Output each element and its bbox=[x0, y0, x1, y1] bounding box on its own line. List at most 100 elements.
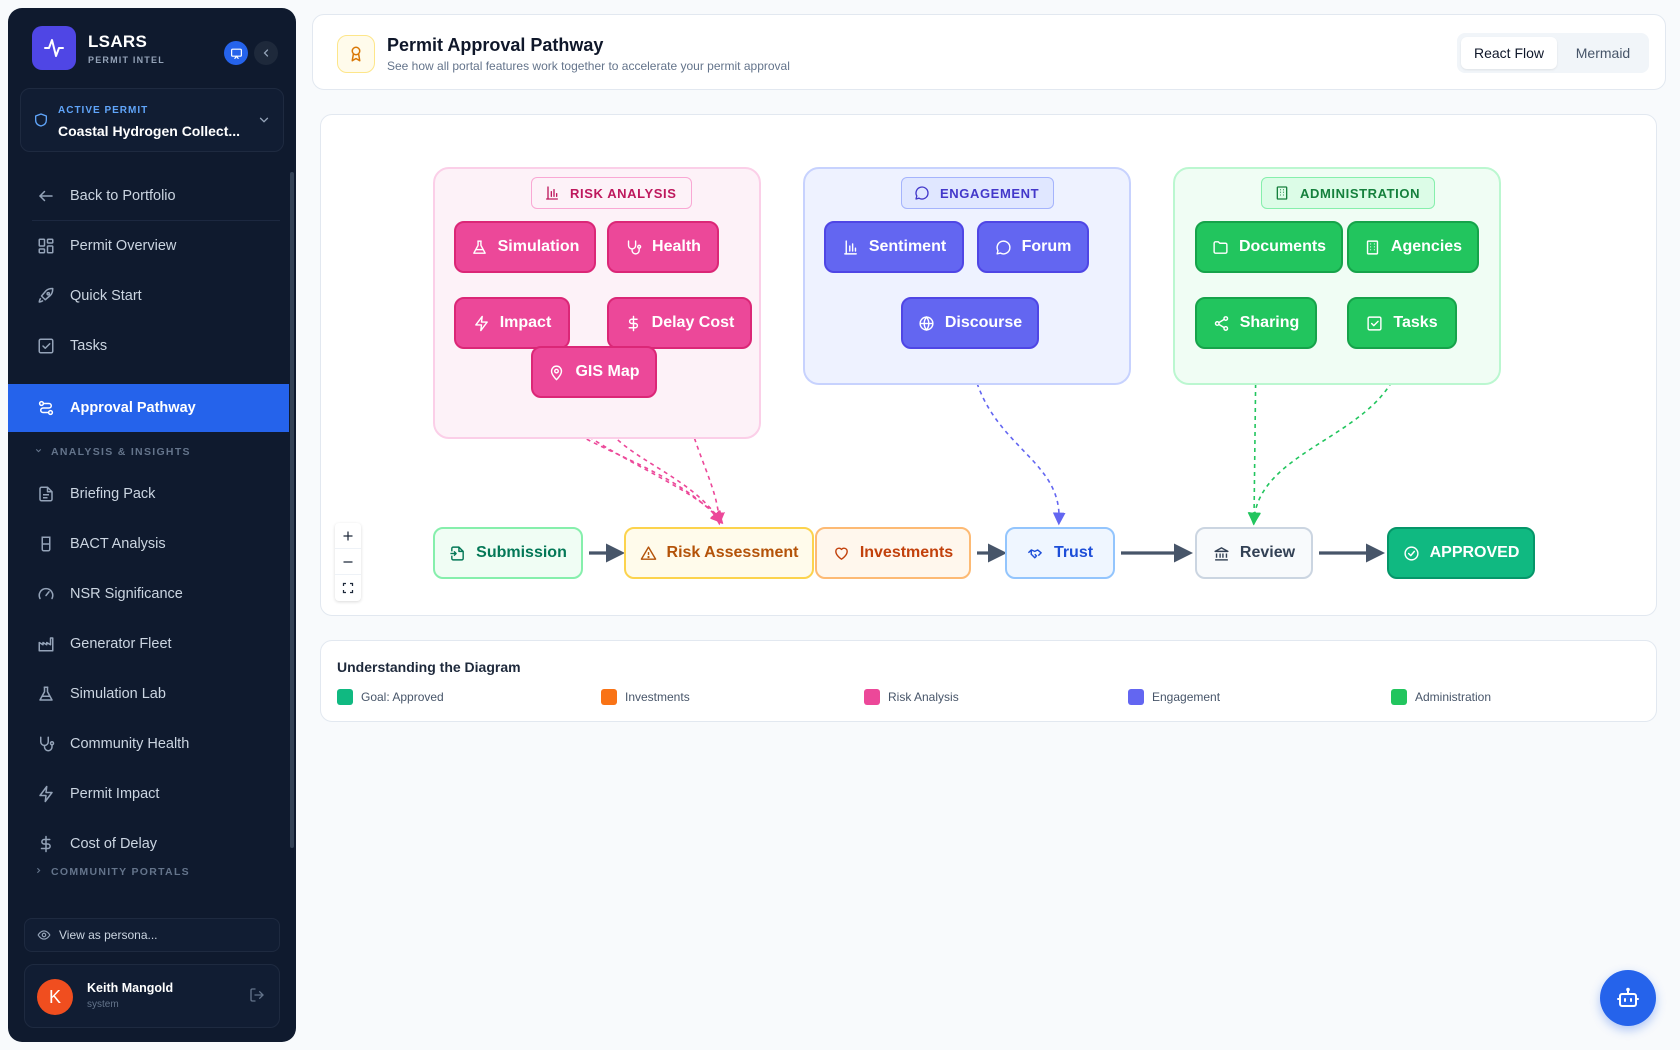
node-risk-assessment[interactable]: Risk Assessment bbox=[624, 527, 814, 579]
zoom-in-button[interactable] bbox=[335, 523, 361, 549]
node-trust[interactable]: Trust bbox=[1005, 527, 1115, 579]
checkbox-icon bbox=[36, 336, 56, 356]
nav-back-to-portfolio[interactable]: Back to Portfolio bbox=[8, 172, 289, 220]
node-approved[interactable]: APPROVED bbox=[1387, 527, 1535, 579]
nav-nsr-significance[interactable]: NSR Significance bbox=[8, 570, 289, 618]
document-icon bbox=[36, 484, 56, 504]
nav-label: Community Health bbox=[70, 736, 190, 752]
zoom-out-button[interactable] bbox=[335, 549, 361, 575]
checkbox-icon bbox=[1366, 315, 1383, 332]
nav-approval-pathway[interactable]: Approval Pathway bbox=[8, 384, 289, 432]
persona-label: View as persona... bbox=[59, 928, 158, 942]
node-forum[interactable]: Forum bbox=[977, 221, 1089, 273]
nav-quick-start[interactable]: Quick Start bbox=[8, 272, 289, 320]
legend-label: Risk Analysis bbox=[888, 690, 959, 704]
node-label: Simulation bbox=[497, 238, 580, 255]
diagram-canvas[interactable]: RISK ANALYSIS Simulation Health Impact D… bbox=[320, 114, 1657, 616]
node-label: Sentiment bbox=[868, 238, 947, 255]
node-investments[interactable]: Investments bbox=[815, 527, 971, 579]
node-review[interactable]: Review bbox=[1195, 527, 1313, 579]
logout-icon[interactable] bbox=[249, 987, 265, 1008]
node-label: Review bbox=[1239, 544, 1296, 561]
user-card[interactable]: K Keith Mangold system bbox=[24, 964, 280, 1028]
collapse-sidebar-button[interactable] bbox=[254, 41, 278, 65]
bot-icon bbox=[1617, 987, 1639, 1007]
nav-label: Permit Impact bbox=[70, 786, 160, 802]
node-label: Agencies bbox=[1390, 238, 1463, 255]
nav-cost-of-delay[interactable]: Cost of Delay bbox=[8, 820, 289, 868]
nav-tasks[interactable]: Tasks bbox=[8, 322, 289, 370]
nav-label: Approval Pathway bbox=[70, 400, 196, 416]
warning-icon bbox=[640, 545, 657, 562]
nav-permit-overview[interactable]: Permit Overview bbox=[8, 222, 289, 270]
node-label: Investments bbox=[859, 544, 954, 561]
page-subtitle: See how all portal features work togethe… bbox=[387, 59, 790, 73]
sidebar-nav[interactable]: Back to Portfolio Permit Overview Quick … bbox=[8, 160, 296, 900]
node-sharing[interactable]: Sharing bbox=[1195, 297, 1317, 349]
gauge-icon bbox=[36, 584, 56, 604]
view-react-flow-button[interactable]: React Flow bbox=[1461, 37, 1557, 69]
group-engagement: ENGAGEMENT bbox=[803, 167, 1131, 385]
landmark-icon bbox=[1213, 545, 1230, 562]
group-label-administration: ADMINISTRATION bbox=[1261, 177, 1436, 209]
group-label-text: RISK ANALYSIS bbox=[570, 185, 677, 201]
node-label: Delay Cost bbox=[651, 314, 735, 331]
legend-swatch bbox=[1128, 689, 1144, 705]
node-label: Impact bbox=[499, 314, 552, 331]
page-header: Permit Approval Pathway See how all port… bbox=[312, 14, 1666, 90]
nav-simulation-lab[interactable]: Simulation Lab bbox=[8, 670, 289, 718]
node-simulation[interactable]: Simulation bbox=[454, 221, 596, 273]
section-analysis-insights[interactable]: ANALYSIS & INSIGHTS bbox=[34, 446, 191, 458]
node-delay-cost[interactable]: Delay Cost bbox=[607, 297, 752, 349]
message-circle-icon bbox=[914, 185, 930, 201]
folder-icon bbox=[1212, 239, 1229, 256]
bolt-icon bbox=[36, 784, 56, 804]
node-label: Health bbox=[652, 238, 701, 255]
zoom-controls bbox=[335, 523, 361, 601]
group-administration: ADMINISTRATION bbox=[1173, 167, 1501, 385]
nav-generator-fleet[interactable]: Generator Fleet bbox=[8, 620, 289, 668]
assistant-bot-button[interactable] bbox=[1600, 970, 1656, 1026]
brand[interactable]: LSARS PERMIT INTEL bbox=[32, 26, 165, 70]
active-permit-name: Coastal Hydrogen Collect... bbox=[58, 123, 241, 139]
view-as-persona-button[interactable]: View as persona... bbox=[24, 918, 280, 952]
shield-icon bbox=[33, 111, 49, 134]
node-label: GIS Map bbox=[575, 363, 640, 380]
legend-label: Investments bbox=[625, 690, 690, 704]
active-permit-selector[interactable]: ACTIVE PERMIT Coastal Hydrogen Collect..… bbox=[20, 88, 284, 152]
diagram-legend: Understanding the Diagram Goal: Approved… bbox=[320, 640, 1657, 722]
share-icon bbox=[1213, 315, 1230, 332]
node-agencies[interactable]: Agencies bbox=[1347, 221, 1479, 273]
node-documents[interactable]: Documents bbox=[1195, 221, 1343, 273]
nav-bact-analysis[interactable]: BACT Analysis bbox=[8, 520, 289, 568]
section-community-portals[interactable]: COMMUNITY PORTALS bbox=[34, 866, 190, 878]
node-label: Forum bbox=[1021, 238, 1072, 255]
node-sentiment[interactable]: Sentiment bbox=[824, 221, 964, 273]
node-tasks[interactable]: Tasks bbox=[1347, 297, 1457, 349]
chevron-down-icon bbox=[34, 446, 43, 458]
node-impact[interactable]: Impact bbox=[454, 297, 570, 349]
chat-button[interactable] bbox=[224, 41, 248, 65]
bar-chart-icon bbox=[842, 239, 859, 256]
legend-item-engagement: Engagement bbox=[1128, 689, 1220, 705]
file-input-icon bbox=[449, 545, 466, 562]
nav-community-health[interactable]: Community Health bbox=[8, 720, 289, 768]
grid-icon bbox=[36, 236, 56, 256]
message-icon bbox=[230, 48, 242, 59]
chevron-left-icon bbox=[263, 49, 269, 57]
plus-icon bbox=[343, 531, 353, 540]
view-mermaid-button[interactable]: Mermaid bbox=[1561, 37, 1645, 69]
building-icon bbox=[1364, 239, 1381, 256]
bar-chart-icon bbox=[544, 185, 560, 201]
sidebar-scrollbar[interactable] bbox=[290, 172, 294, 848]
nav-permit-impact[interactable]: Permit Impact bbox=[8, 770, 289, 818]
nav-briefing-pack[interactable]: Briefing Pack bbox=[8, 470, 289, 518]
flask-icon bbox=[471, 239, 488, 256]
node-discourse[interactable]: Discourse bbox=[901, 297, 1039, 349]
node-gis-map[interactable]: GIS Map bbox=[531, 346, 657, 398]
node-submission[interactable]: Submission bbox=[433, 527, 583, 579]
view-toggle: React Flow Mermaid bbox=[1457, 33, 1649, 73]
activity-logo-icon bbox=[32, 26, 76, 70]
fit-view-button[interactable] bbox=[335, 575, 361, 601]
node-health[interactable]: Health bbox=[607, 221, 719, 273]
